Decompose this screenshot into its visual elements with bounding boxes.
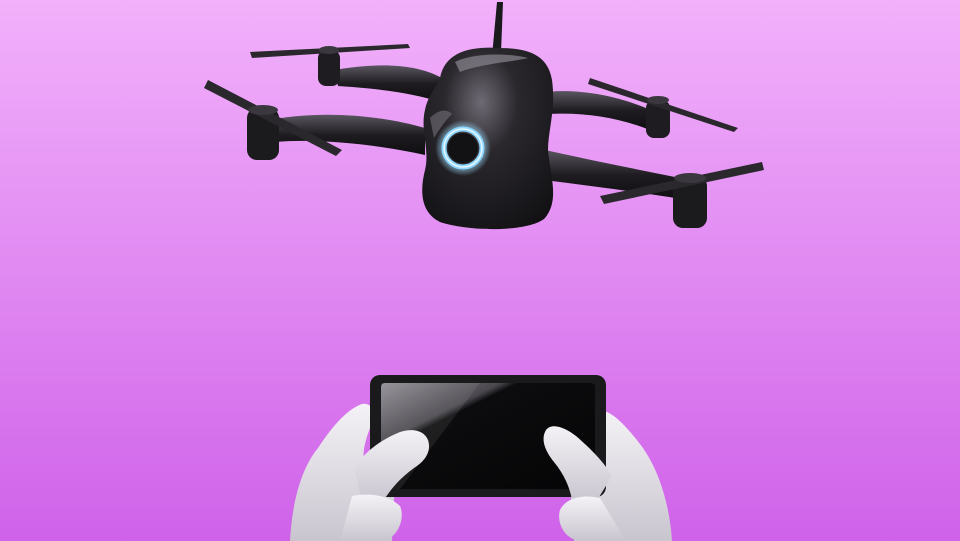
status-ring-icon — [435, 120, 491, 176]
illustration — [0, 0, 960, 541]
scene — [0, 0, 960, 541]
